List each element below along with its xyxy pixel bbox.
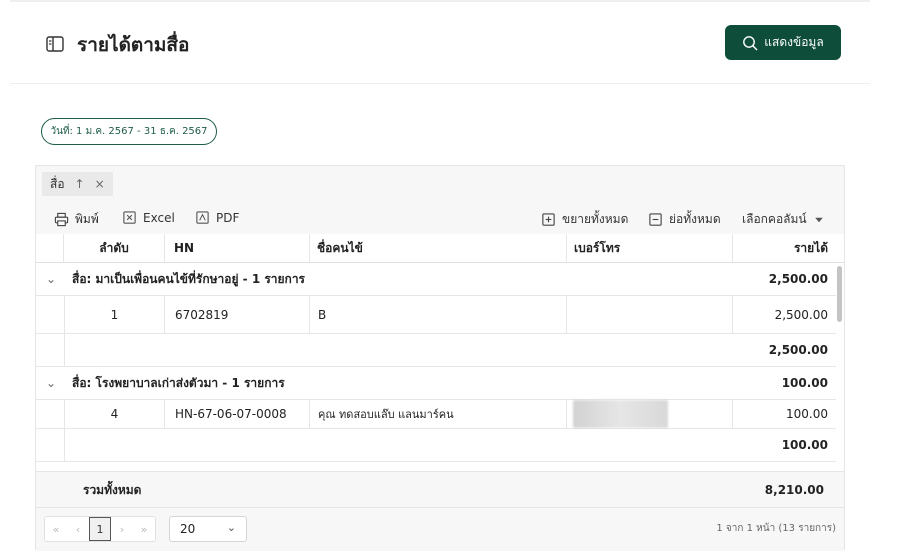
grand-total-amount: 8,210.00 <box>764 483 824 497</box>
page-size-value: 20 <box>180 522 196 536</box>
show-data-label: แสดงข้อมูล <box>764 35 824 49</box>
col-header-revenue[interactable]: รายได้ <box>794 234 828 263</box>
pager: « ‹ 1 › » 20 ⌄ 1 จาก 1 หน้า (13 รายการ) <box>36 507 844 551</box>
pdf-label: PDF <box>216 210 240 225</box>
grand-total-label: รวมทั้งหมด <box>83 483 142 497</box>
group-label: สื่อ: โรงพยาบาลเก่าส่งตัวมา - 1 รายการ <box>72 376 285 390</box>
caret-down-icon <box>814 217 823 222</box>
cell-hn: HN-67-06-07-0008 <box>164 400 309 428</box>
group-row[interactable]: ⌄ สื่อ: มาเป็นเพื่อนคนไข้ที่รักษาอยู่ - … <box>36 263 836 296</box>
page-header: รายได้ตามสื่อ แสดงข้อมูล <box>10 2 870 84</box>
expand-all-button[interactable]: ขยายทั้งหมด <box>541 210 628 229</box>
print-label: พิมพ์ <box>75 212 99 226</box>
grand-total-row: รวมทั้งหมด 8,210.00 <box>36 471 844 507</box>
pager-info: 1 จาก 1 หน้า (13 รายการ) <box>716 523 836 534</box>
cell-index: 1 <box>64 296 164 333</box>
group-subtotal: 100.00 <box>781 438 828 452</box>
group-label: สื่อ: มาเป็นเพื่อนคนไข้ที่รักษาอยู่ - 1 … <box>72 272 306 286</box>
chevron-down-icon[interactable]: ⌄ <box>46 263 56 296</box>
collapse-all-label: ย่อทั้งหมด <box>669 212 721 226</box>
col-divider <box>164 234 165 263</box>
excel-label: Excel <box>143 210 175 225</box>
col-divider <box>732 234 733 263</box>
data-grid: สื่อ ↑ × พิมพ์ Excel PDF ขยายทั้งหมด ย่อ… <box>35 165 845 551</box>
show-data-button[interactable]: แสดงข้อมูล <box>725 25 841 60</box>
cell-revenue: 100.00 <box>732 400 836 428</box>
next-page-button[interactable]: › <box>111 517 133 541</box>
vertical-scrollbar[interactable] <box>836 263 844 463</box>
cell-phone <box>566 400 732 428</box>
print-button[interactable]: พิมพ์ <box>54 210 99 229</box>
col-divider <box>309 234 310 263</box>
cell-hn: 6702819 <box>164 296 309 333</box>
remove-group-icon[interactable]: × <box>95 177 105 191</box>
col-header-hn[interactable]: HN <box>174 234 194 263</box>
col-divider <box>566 234 567 263</box>
cell-patient-name: B <box>309 296 566 333</box>
col-header-index[interactable]: ลำดับ <box>64 234 164 263</box>
group-row[interactable]: ⌄ สื่อ: โรงพยาบาลเก่าส่งตัวมา - 1 รายการ… <box>36 367 836 400</box>
export-excel-button[interactable]: Excel <box>122 210 175 225</box>
group-panel: สื่อ ↑ × <box>36 166 844 202</box>
page-size-select[interactable]: 20 ⌄ <box>169 516 247 542</box>
column-chooser-label: เลือกคอลัมน์ <box>742 212 807 226</box>
printer-icon <box>54 212 69 227</box>
export-pdf-button[interactable]: PDF <box>195 210 239 225</box>
column-header-row: ลำดับ HN ชื่อคนไข้ เบอร์โทร รายได้ <box>36 234 844 263</box>
excel-icon <box>123 211 136 224</box>
page-title: รายได้ตามสื่อ <box>77 34 190 56</box>
group-subtotal-row: 100.00 <box>36 429 836 462</box>
prev-page-button[interactable]: ‹ <box>67 517 89 541</box>
col-header-phone[interactable]: เบอร์โทร <box>574 234 620 263</box>
first-page-button[interactable]: « <box>45 517 67 541</box>
table-row[interactable]: 1 6702819 B 2,500.00 <box>36 296 836 334</box>
pdf-icon <box>196 211 209 224</box>
group-subtotal: 2,500.00 <box>768 343 828 357</box>
page-navigation: « ‹ 1 › » <box>44 516 156 542</box>
chevron-down-icon[interactable]: ⌄ <box>46 367 56 400</box>
col-header-patient-name[interactable]: ชื่อคนไข้ <box>317 234 363 263</box>
chevron-down-icon: ⌄ <box>226 521 236 534</box>
expand-all-label: ขยายทั้งหมด <box>562 212 629 226</box>
cell-index: 4 <box>64 400 164 428</box>
collapse-all-button[interactable]: ย่อทั้งหมด <box>648 210 721 229</box>
column-chooser-button[interactable]: เลือกคอลัมน์ <box>742 210 825 229</box>
cell-patient-name: คุณ ทดสอบแล๊บ แลนมาร์คน <box>309 400 566 428</box>
group-chip-label: สื่อ <box>50 176 65 191</box>
book-panel-icon <box>46 36 64 52</box>
group-subtotal-row: 2,500.00 <box>36 334 836 367</box>
group-chip-media[interactable]: สื่อ ↑ × <box>42 172 113 196</box>
cell-revenue: 2,500.00 <box>732 296 836 333</box>
sort-asc-icon[interactable]: ↑ <box>75 177 85 191</box>
date-range-filter[interactable]: วันที่: 1 ม.ค. 2567 - 31 ธ.ค. 2567 <box>41 118 217 145</box>
page-number-button[interactable]: 1 <box>89 517 111 541</box>
search-icon <box>743 35 758 50</box>
collapse-icon <box>649 213 662 226</box>
cell-phone <box>566 296 732 333</box>
grid-toolbar: พิมพ์ Excel PDF ขยายทั้งหมด ย่อทั้งหมด เ… <box>36 202 844 234</box>
group-amount: 2,500.00 <box>768 272 828 286</box>
group-amount: 100.00 <box>781 376 828 390</box>
col-divider <box>63 234 64 263</box>
expand-icon <box>542 213 555 226</box>
last-page-button[interactable]: » <box>133 517 155 541</box>
table-row[interactable]: 4 HN-67-06-07-0008 คุณ ทดสอบแล๊บ แลนมาร์… <box>36 400 836 429</box>
redacted-phone <box>573 400 668 428</box>
scrollbar-thumb[interactable] <box>837 266 842 322</box>
